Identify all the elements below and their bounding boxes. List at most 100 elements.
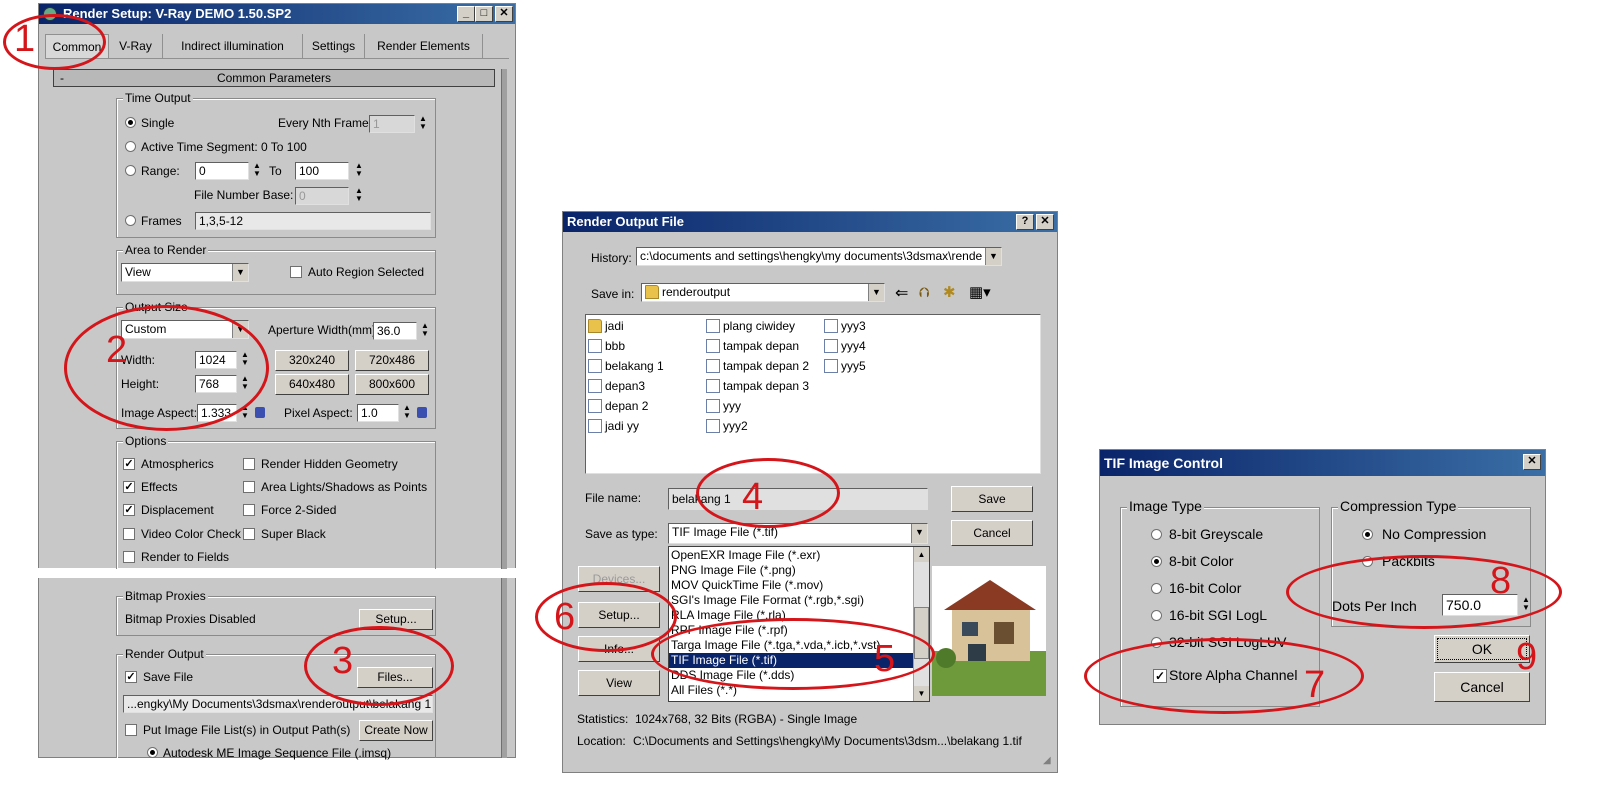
save-as-type-scrollbar[interactable]: ▲ ▼ [913,547,929,701]
scroll-down-icon[interactable]: ▼ [914,686,929,701]
file-item[interactable]: tampak depan 3 [706,377,809,395]
image-type-radio[interactable] [1151,529,1162,540]
close-button[interactable]: ✕ [1036,214,1054,230]
lock-icon[interactable] [417,407,427,418]
file-item[interactable]: plang ciwidey [706,317,795,335]
save-file-checkbox[interactable]: ✓ [125,671,137,683]
close-button[interactable]: ✕ [495,6,513,22]
aperture-spinner[interactable]: ▲ ▼ [419,322,431,340]
put-list-checkbox[interactable] [125,724,137,736]
save-as-type-option[interactable]: RLA Image File (*.rla) [669,608,913,623]
frames-radio[interactable] [125,215,136,226]
preset-720x486-button[interactable]: 720x486 [355,350,429,371]
rollout-scrollbar[interactable] [501,578,507,758]
tab-common[interactable]: Common [45,34,109,58]
save-in-dropdown[interactable]: renderoutput ▼ [641,283,885,302]
width-spinner[interactable]: ▲ ▼ [239,351,251,369]
image-type-radio[interactable] [1151,610,1162,621]
back-arrow-icon[interactable]: ⇐ [895,283,908,303]
file-item[interactable]: depan3 [588,377,645,395]
packbits-radio[interactable] [1362,556,1373,567]
scroll-up-icon[interactable]: ▲ [914,547,929,562]
dpi-spinner[interactable]: ▲ ▼ [1520,596,1532,614]
file-item[interactable]: yyy [706,397,741,415]
range-from-spinner[interactable]: ▲ ▼ [251,162,263,180]
active-segment-radio[interactable] [125,141,136,152]
range-radio[interactable] [125,165,136,176]
files-button[interactable]: Files... [357,667,433,688]
rollout-header[interactable]: - Common Parameters [53,69,495,87]
height-field[interactable]: 768 [195,375,237,393]
single-radio[interactable] [125,117,136,128]
image-aspect-field[interactable]: 1.333 [197,404,237,422]
every-nth-field[interactable]: 1 [369,115,415,133]
file-item[interactable]: depan 2 [588,397,648,415]
view-menu-icon[interactable]: ▦▾ [969,283,991,301]
tab-render-elements[interactable]: Render Elements [365,34,483,58]
image-type-radio[interactable] [1151,637,1162,648]
view-button[interactable]: View [578,670,660,696]
aperture-field[interactable]: 36.0 [373,322,417,340]
store-alpha-checkbox[interactable]: ✓ [1153,669,1167,683]
resize-grip-icon[interactable]: ◢ [1043,755,1051,766]
file-item[interactable]: yyy5 [824,357,866,375]
lock-icon[interactable] [255,407,265,418]
file-item[interactable]: belakang 1 [588,357,664,375]
setup-button[interactable]: Setup... [578,602,660,628]
width-field[interactable]: 1024 [195,351,237,369]
save-as-type-option[interactable]: OpenEXR Image File (*.exr) [669,548,913,563]
file-item[interactable]: jadi [588,317,624,335]
info-button[interactable]: Info... [578,636,660,662]
range-to-field[interactable]: 100 [295,162,349,180]
bitmap-proxies-setup-button[interactable]: Setup... [359,609,433,630]
image-aspect-spinner[interactable]: ▲ ▼ [239,404,251,422]
file-item[interactable]: tampak depan 2 [706,357,809,375]
effects-checkbox[interactable]: ✓ [123,481,135,493]
maximize-button[interactable]: □ [475,6,493,22]
image-type-radio[interactable] [1151,583,1162,594]
render-hidden-geometry-checkbox[interactable] [243,458,255,470]
close-button[interactable]: ✕ [1523,454,1541,470]
height-spinner[interactable]: ▲ ▼ [239,375,251,393]
history-dropdown[interactable]: c:\documents and settings\hengky\my docu… [636,247,1002,266]
file-item[interactable]: yyy3 [824,317,866,335]
file-item[interactable]: yyy4 [824,337,866,355]
save-button[interactable]: Save [951,486,1033,512]
atmospherics-checkbox[interactable]: ✓ [123,458,135,470]
force-2-sided-checkbox[interactable] [243,504,255,516]
frames-field[interactable]: 1,3,5-12 [195,212,431,230]
video-color-check-checkbox[interactable] [123,528,135,540]
file-item[interactable]: tampak depan [706,337,799,355]
every-nth-spinner[interactable]: ▲ ▼ [417,115,429,133]
preset-640x480-button[interactable]: 640x480 [275,374,349,395]
displacement-checkbox[interactable]: ✓ [123,504,135,516]
file-item[interactable]: yyy2 [706,417,748,435]
imsq-radio[interactable] [147,747,158,758]
save-as-type-option[interactable]: MOV QuickTime File (*.mov) [669,578,913,593]
save-as-type-option[interactable]: SGI's Image File Format (*.rgb,*.sgi) [669,593,913,608]
pixel-aspect-field[interactable]: 1.0 [357,404,399,422]
file-item[interactable]: bbb [588,337,625,355]
devices-button[interactable]: Devices... [578,566,660,592]
save-as-type-option[interactable]: RPF Image File (*.rpf) [669,623,913,638]
cancel-button[interactable]: Cancel [951,520,1033,546]
create-now-button[interactable]: Create Now [359,720,433,741]
range-from-field[interactable]: 0 [195,162,249,180]
area-to-render-dropdown[interactable]: View ▼ [121,263,249,282]
render-to-fields-checkbox[interactable] [123,551,135,563]
save-as-type-option[interactable]: All Files (*.*) [669,683,913,698]
tab-settings[interactable]: Settings [303,34,365,58]
pixel-aspect-spinner[interactable]: ▲ ▼ [401,404,413,422]
image-type-radio[interactable] [1151,556,1162,567]
super-black-checkbox[interactable] [243,528,255,540]
preset-800x600-button[interactable]: 800x600 [355,374,429,395]
new-folder-icon[interactable]: ✱ [943,283,956,301]
tab-indirect-illumination[interactable]: Indirect illumination [163,34,303,58]
help-button[interactable]: ? [1016,214,1034,230]
auto-region-checkbox[interactable] [290,266,302,278]
scroll-thumb[interactable] [914,607,929,659]
save-as-type-option[interactable]: PNG Image File (*.png) [669,563,913,578]
minimize-button[interactable]: _ [457,6,475,22]
file-name-field[interactable]: belakang 1 [668,488,928,510]
file-list[interactable]: jadi bbb belakang 1 depan3 depan 2 jadi yy pl… [585,314,1041,474]
